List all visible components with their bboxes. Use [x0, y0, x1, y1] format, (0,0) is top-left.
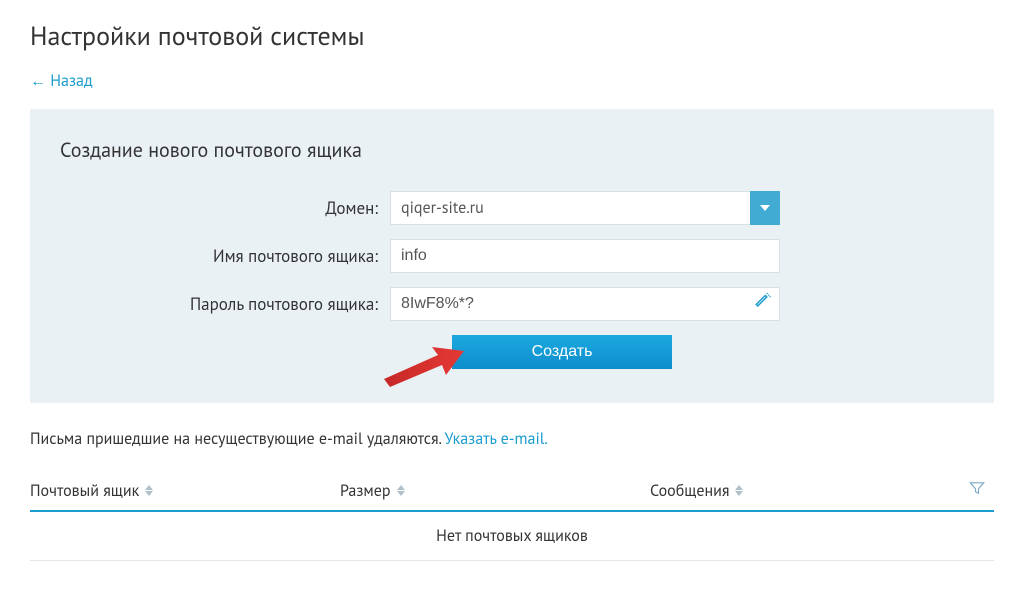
table-header: Почтовый ящик Размер Сообщения — [30, 479, 994, 512]
domain-label: Домен: — [60, 197, 390, 219]
page-title: Настройки почтовой системы — [30, 20, 994, 53]
notice-message: Письма пришедшие на несуществующие e-mai… — [30, 429, 445, 449]
submit-row: Создать — [60, 335, 964, 369]
create-button[interactable]: Создать — [452, 335, 672, 369]
mailboxes-table: Почтовый ящик Размер Сообщения Нет почто… — [30, 479, 994, 561]
sort-icon — [735, 485, 743, 496]
sort-icon — [145, 485, 153, 496]
panel-title: Создание нового почтового ящика — [60, 137, 964, 163]
col-mailbox-label: Почтовый ящик — [30, 481, 139, 501]
col-size-label: Размер — [340, 481, 391, 501]
set-email-link[interactable]: Указать e-mail. — [445, 429, 548, 449]
chevron-down-icon — [760, 205, 770, 211]
mailbox-name-label: Имя почтового ящика: — [60, 245, 390, 267]
mailbox-name-row: Имя почтового ящика: — [60, 239, 964, 273]
empty-row: Нет почтовых ящиков — [30, 512, 994, 561]
filter-icon[interactable] — [968, 479, 994, 502]
mailbox-password-row: Пароль почтового ящика: — [60, 287, 964, 321]
back-link[interactable]: ← Назад — [30, 71, 93, 91]
create-mailbox-panel: Создание нового почтового ящика Домен: q… — [30, 109, 994, 403]
col-mailbox[interactable]: Почтовый ящик — [30, 481, 340, 501]
generate-password-icon[interactable] — [754, 293, 772, 316]
domain-value: qiqer-site.ru — [390, 191, 750, 225]
col-size[interactable]: Размер — [340, 481, 650, 501]
notice-text: Письма пришедшие на несуществующие e-mai… — [30, 429, 994, 449]
domain-dropdown-button[interactable] — [750, 191, 780, 225]
mailbox-password-label: Пароль почтового ящика: — [60, 293, 390, 315]
sort-icon — [397, 485, 405, 496]
col-messages-label: Сообщения — [650, 481, 729, 501]
mailbox-name-input[interactable] — [390, 239, 780, 273]
domain-select[interactable]: qiqer-site.ru — [390, 191, 780, 225]
domain-row: Домен: qiqer-site.ru — [60, 191, 964, 225]
mailbox-password-input[interactable] — [390, 287, 780, 321]
col-messages[interactable]: Сообщения — [650, 481, 968, 501]
